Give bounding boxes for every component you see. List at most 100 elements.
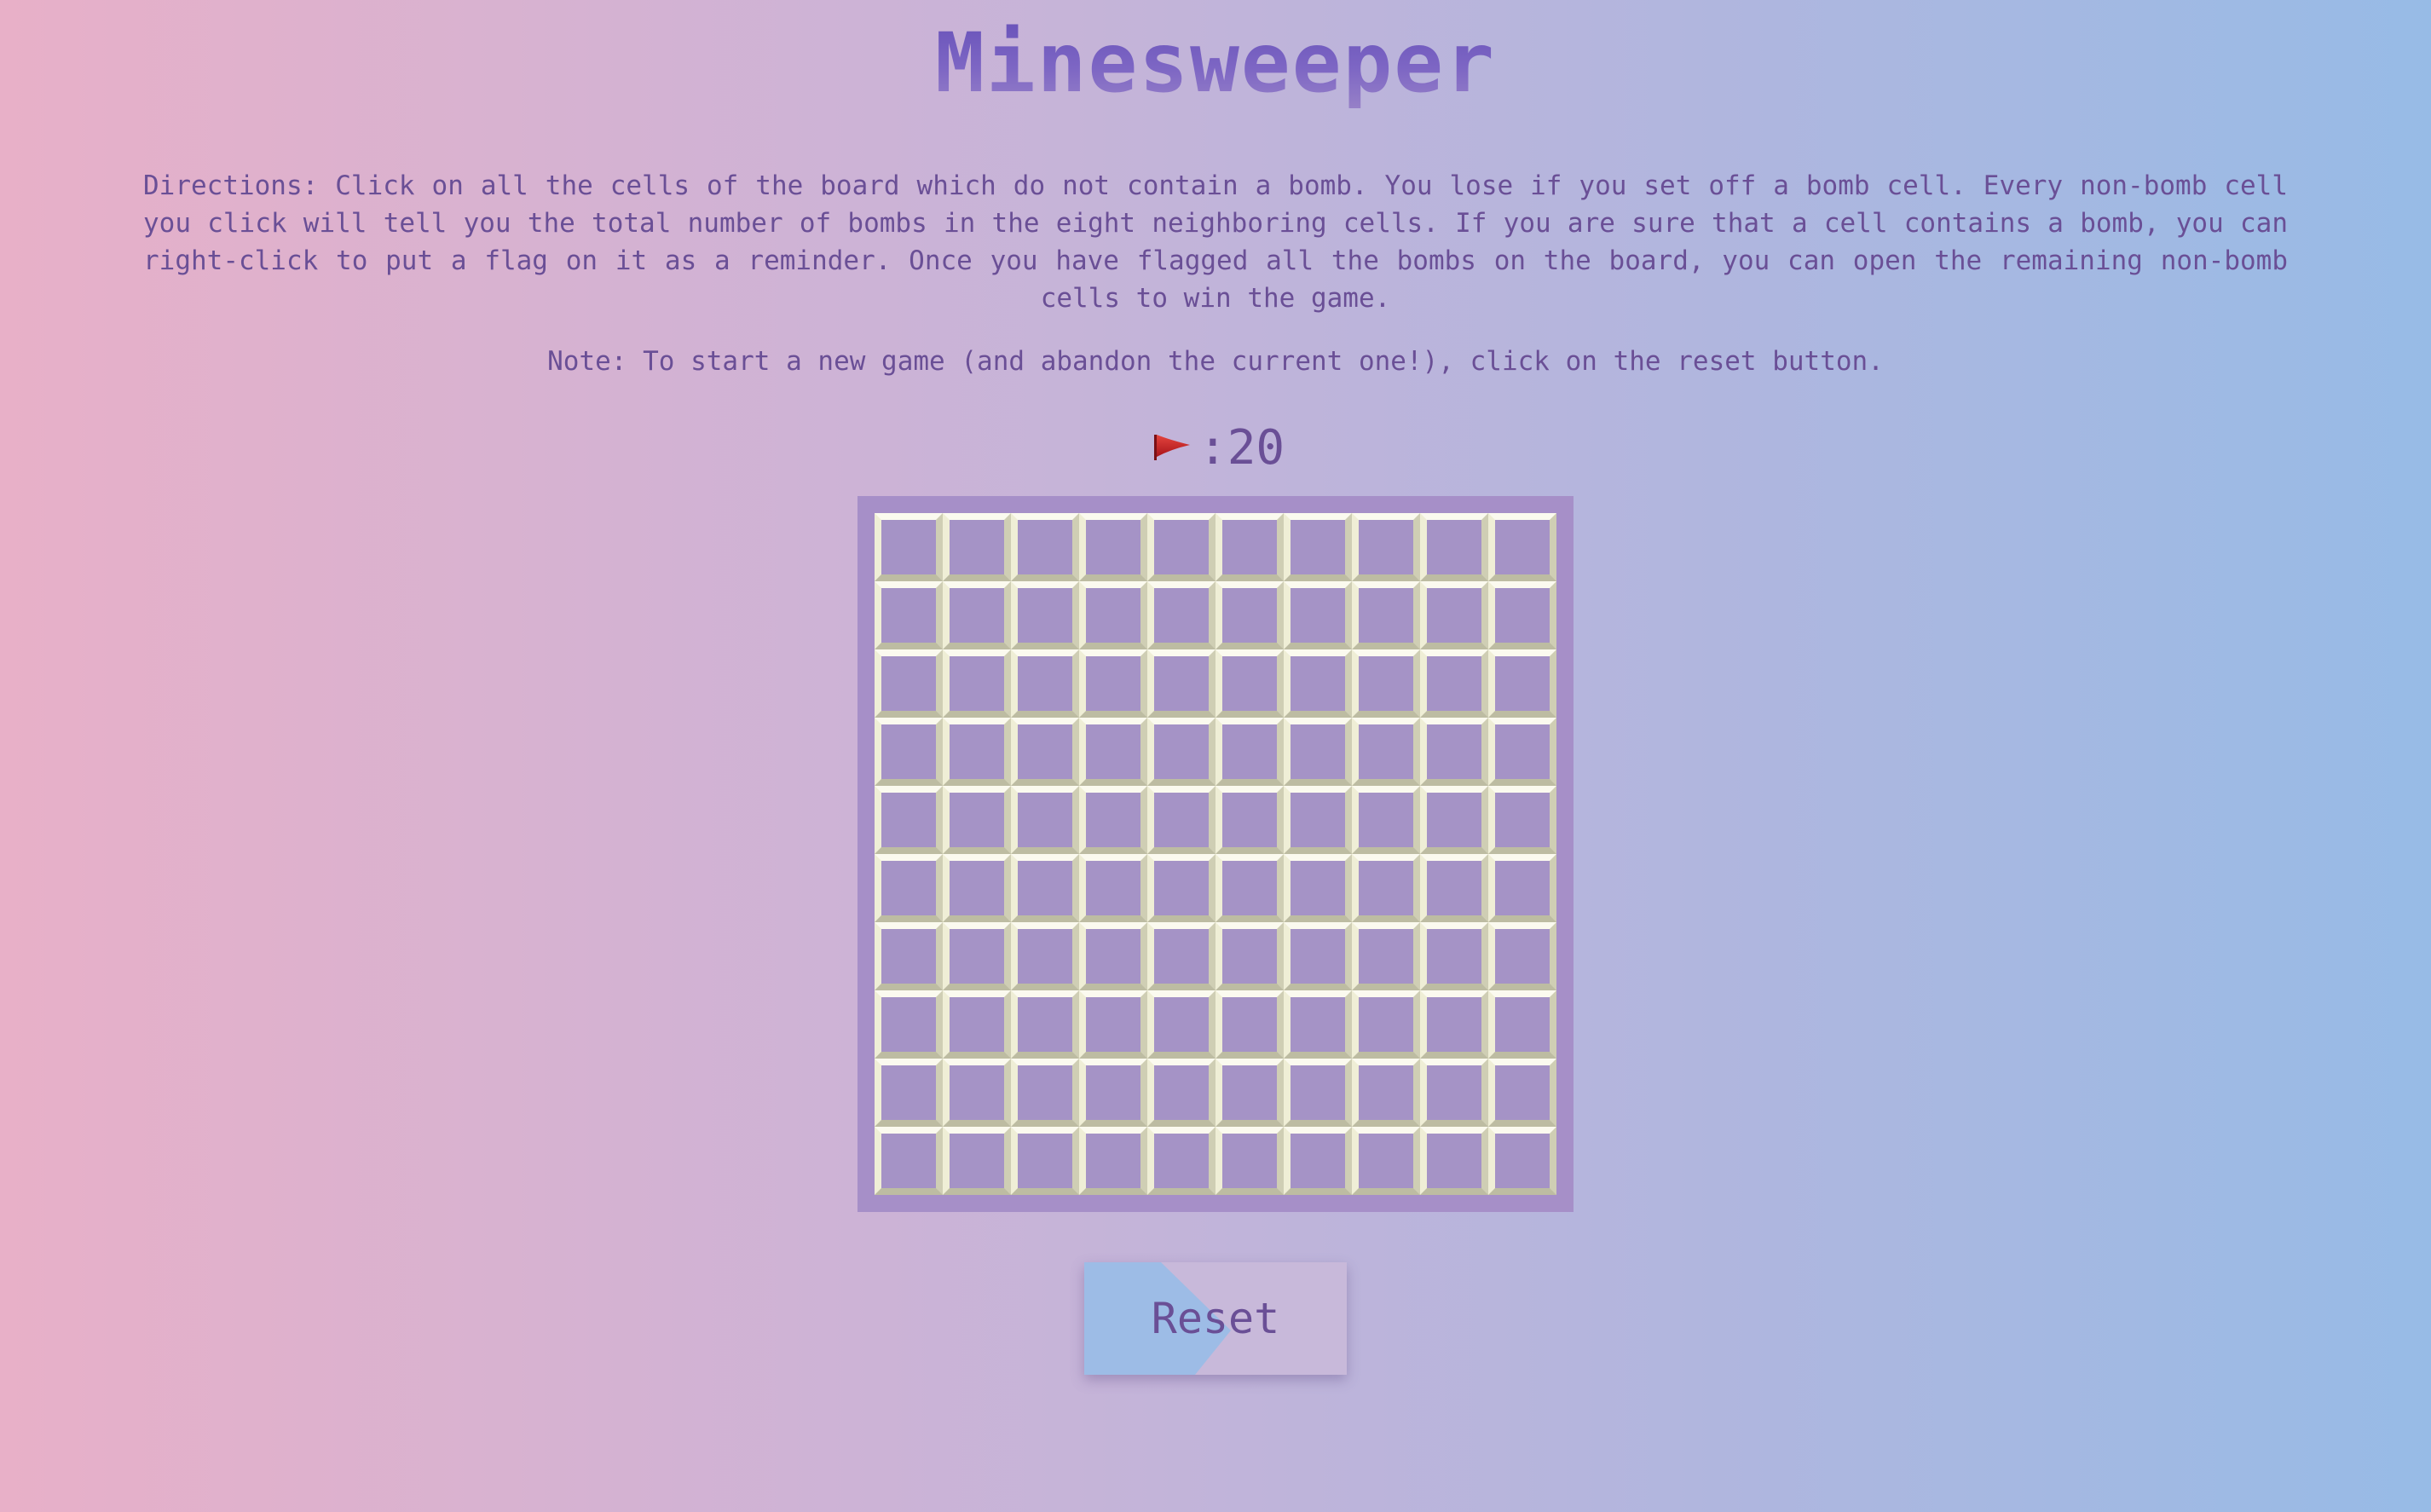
board-cell[interactable] — [1079, 718, 1147, 786]
board-cell[interactable] — [1284, 786, 1352, 854]
board-cell[interactable] — [875, 581, 943, 649]
board-cell[interactable] — [875, 513, 943, 581]
board-cell[interactable] — [1284, 513, 1352, 581]
board-cell[interactable] — [1284, 581, 1352, 649]
board-cell[interactable] — [1352, 990, 1420, 1059]
board-cell[interactable] — [1488, 581, 1556, 649]
board-cell[interactable] — [943, 513, 1011, 581]
board-cell[interactable] — [1216, 1059, 1284, 1127]
board-cell[interactable] — [1352, 718, 1420, 786]
board-cell[interactable] — [943, 581, 1011, 649]
board-cell[interactable] — [1352, 513, 1420, 581]
board-cell[interactable] — [1488, 718, 1556, 786]
board-cell[interactable] — [1147, 649, 1216, 718]
board-cell[interactable] — [1079, 649, 1147, 718]
board-cell[interactable] — [1420, 1127, 1488, 1195]
board-cell[interactable] — [875, 854, 943, 922]
board-cell[interactable] — [1284, 718, 1352, 786]
board-cell[interactable] — [1011, 649, 1079, 718]
board-cell[interactable] — [1216, 1127, 1284, 1195]
board-cell[interactable] — [1147, 786, 1216, 854]
board-cell[interactable] — [1488, 513, 1556, 581]
board-cell[interactable] — [1079, 922, 1147, 990]
board-cell[interactable] — [1147, 1127, 1216, 1195]
board-cell[interactable] — [875, 718, 943, 786]
board-cell[interactable] — [1216, 649, 1284, 718]
board-cell[interactable] — [1284, 649, 1352, 718]
board-cell[interactable] — [943, 1127, 1011, 1195]
board-cell[interactable] — [1352, 1127, 1420, 1195]
board-cell[interactable] — [875, 922, 943, 990]
board-cell[interactable] — [1216, 990, 1284, 1059]
board-cell[interactable] — [943, 649, 1011, 718]
board-cell[interactable] — [1079, 1059, 1147, 1127]
board-cell[interactable] — [1147, 581, 1216, 649]
board-cell[interactable] — [1420, 581, 1488, 649]
board-cell[interactable] — [1488, 1059, 1556, 1127]
board-cell[interactable] — [943, 922, 1011, 990]
board-cell[interactable] — [1352, 649, 1420, 718]
board-cell[interactable] — [1147, 1059, 1216, 1127]
board-cell[interactable] — [943, 1059, 1011, 1127]
board-cell[interactable] — [1284, 990, 1352, 1059]
board-cell[interactable] — [1011, 513, 1079, 581]
board-cell[interactable] — [1147, 922, 1216, 990]
board-cell[interactable] — [875, 786, 943, 854]
board-cell[interactable] — [1488, 786, 1556, 854]
board-cell[interactable] — [1011, 581, 1079, 649]
board-cell[interactable] — [1420, 1059, 1488, 1127]
board-cell[interactable] — [875, 990, 943, 1059]
board-cell[interactable] — [1147, 854, 1216, 922]
board-cell[interactable] — [1488, 854, 1556, 922]
board-cell[interactable] — [1284, 854, 1352, 922]
board-cell[interactable] — [1216, 513, 1284, 581]
board-cell[interactable] — [1352, 1059, 1420, 1127]
board-cell[interactable] — [1079, 581, 1147, 649]
board-cell[interactable] — [1216, 718, 1284, 786]
board-cell[interactable] — [1420, 513, 1488, 581]
board-cell[interactable] — [1488, 649, 1556, 718]
board-cell[interactable] — [1079, 854, 1147, 922]
board-cell[interactable] — [1011, 718, 1079, 786]
board-cell[interactable] — [1079, 786, 1147, 854]
board-cell[interactable] — [1079, 990, 1147, 1059]
board-cell[interactable] — [1216, 581, 1284, 649]
board-cell[interactable] — [1488, 1127, 1556, 1195]
board-cell[interactable] — [1284, 922, 1352, 990]
board-cell[interactable] — [1011, 854, 1079, 922]
board-cell[interactable] — [1147, 990, 1216, 1059]
board-cell[interactable] — [1147, 513, 1216, 581]
board-cell[interactable] — [875, 1059, 943, 1127]
board-cell[interactable] — [1420, 854, 1488, 922]
board-cell[interactable] — [943, 854, 1011, 922]
board-cell[interactable] — [1352, 581, 1420, 649]
board-cell[interactable] — [1284, 1059, 1352, 1127]
board-cell[interactable] — [943, 990, 1011, 1059]
board-cell[interactable] — [1352, 854, 1420, 922]
board-cell[interactable] — [1352, 786, 1420, 854]
board-cell[interactable] — [1420, 922, 1488, 990]
board-cell[interactable] — [1011, 786, 1079, 854]
board-cell[interactable] — [1216, 922, 1284, 990]
board-cell[interactable] — [943, 786, 1011, 854]
board-cell[interactable] — [1420, 990, 1488, 1059]
reset-button[interactable]: Reset — [1084, 1262, 1347, 1375]
board-cell[interactable] — [1011, 990, 1079, 1059]
board-cell[interactable] — [1011, 1127, 1079, 1195]
board-cell[interactable] — [1216, 854, 1284, 922]
board-cell[interactable] — [1488, 922, 1556, 990]
board-cell[interactable] — [1284, 1127, 1352, 1195]
board-cell[interactable] — [1147, 718, 1216, 786]
board-cell[interactable] — [1488, 990, 1556, 1059]
board-cell[interactable] — [875, 1127, 943, 1195]
board-cell[interactable] — [1420, 649, 1488, 718]
board-cell[interactable] — [1079, 513, 1147, 581]
board-cell[interactable] — [1011, 1059, 1079, 1127]
board-cell[interactable] — [1420, 786, 1488, 854]
board-cell[interactable] — [1420, 718, 1488, 786]
board-cell[interactable] — [943, 718, 1011, 786]
board-cell[interactable] — [1079, 1127, 1147, 1195]
board-cell[interactable] — [1216, 786, 1284, 854]
board-cell[interactable] — [1352, 922, 1420, 990]
board-cell[interactable] — [875, 649, 943, 718]
